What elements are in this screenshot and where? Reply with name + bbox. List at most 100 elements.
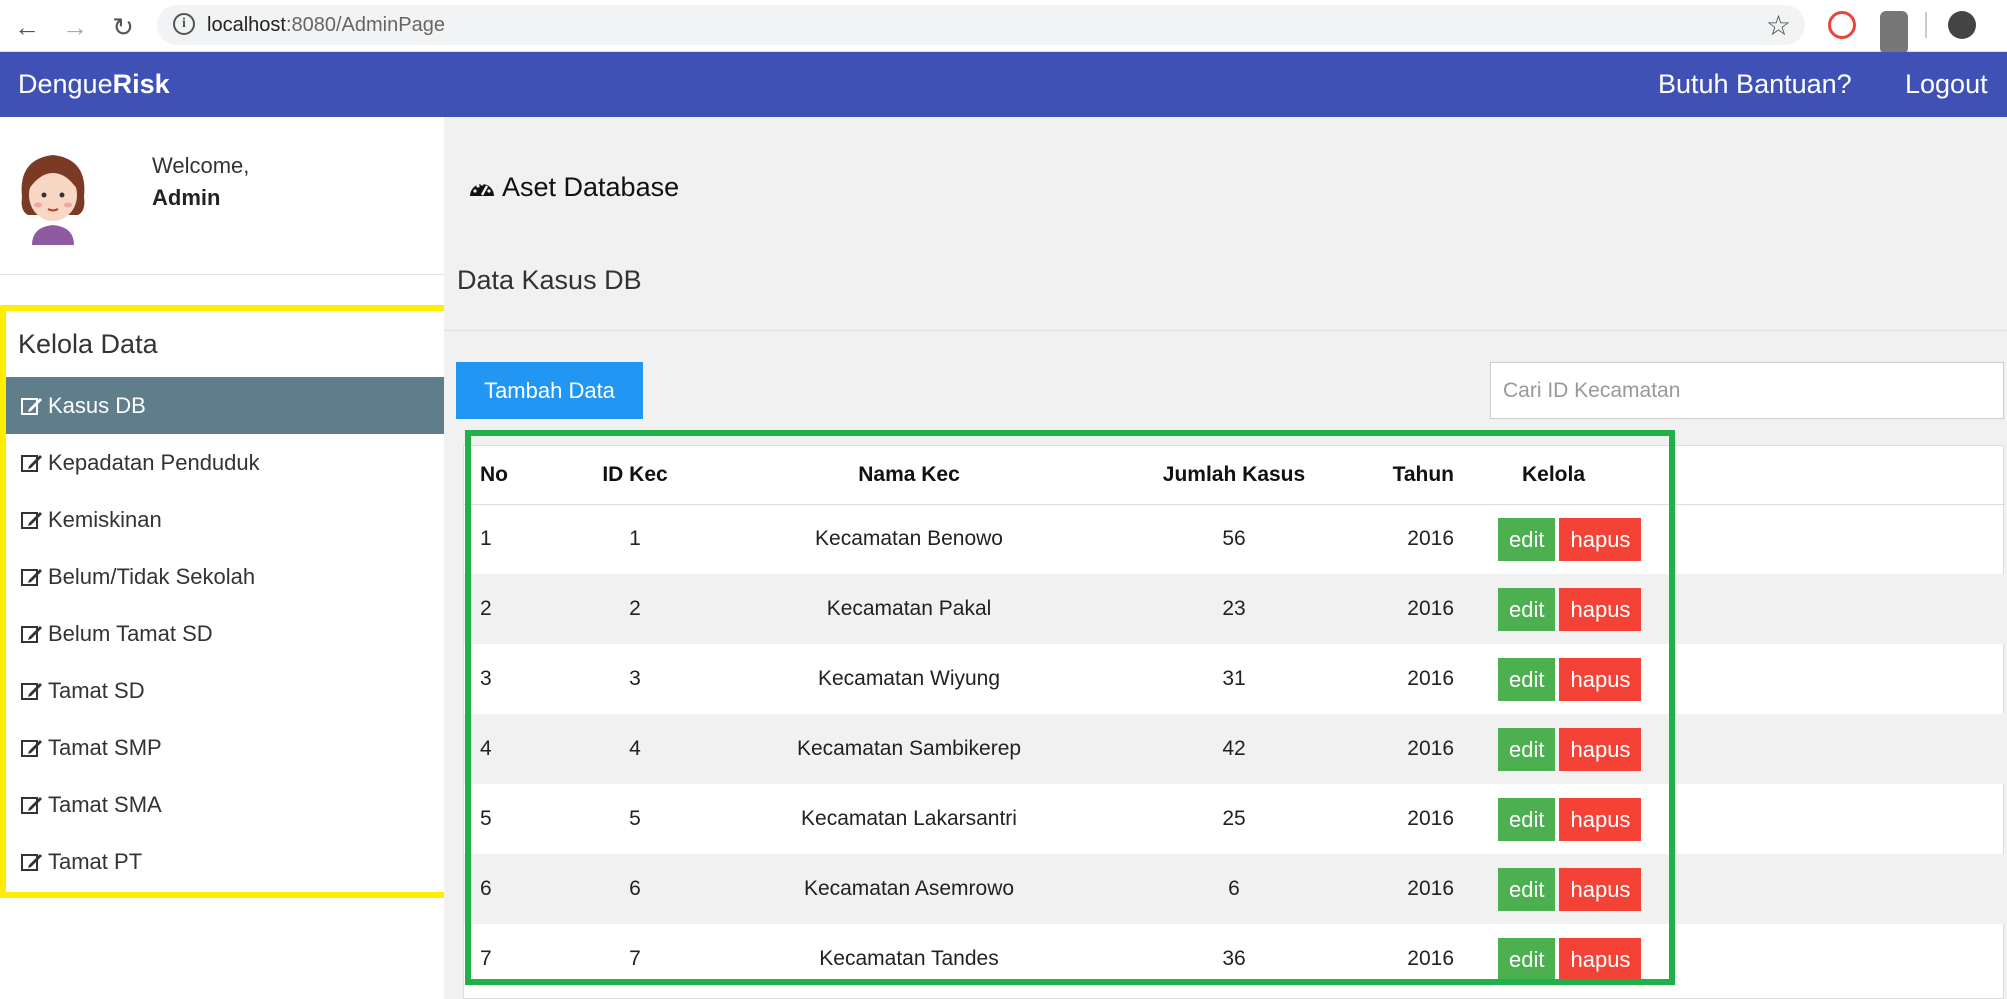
- edit-icon: [21, 739, 42, 757]
- cell-tahun: 2016: [1407, 947, 1454, 970]
- edit-button[interactable]: edit: [1498, 727, 1556, 771]
- sidebar-item-tamat-smp[interactable]: Tamat SMP: [6, 719, 444, 776]
- cell-tahun: 2016: [1342, 574, 1462, 644]
- delete-button[interactable]: hapus: [1559, 937, 1642, 981]
- help-link[interactable]: Butuh Bantuan?: [1658, 69, 1852, 100]
- edit-button[interactable]: edit: [1498, 657, 1556, 701]
- sidebar-item-tamat-pt[interactable]: Tamat PT: [6, 833, 444, 890]
- table-header-row: No ID Kec Nama Kec Jumlah Kasus Tahun Ke…: [464, 446, 2005, 505]
- section-subtitle: Data Kasus DB: [457, 265, 642, 295]
- profile-icon[interactable]: [1948, 11, 1976, 39]
- column-header[interactable]: Nama Kec: [692, 446, 1126, 505]
- sidebar-item-label: Belum Tamat SD: [48, 621, 213, 646]
- page-title: Aset Database: [468, 172, 679, 203]
- sidebar-item-label: Belum/Tidak Sekolah: [48, 564, 256, 589]
- table-row: 1 1 Kecamatan Benowo 56 2016 edit hapus: [464, 504, 2005, 574]
- column-header[interactable]: Tahun: [1342, 446, 1462, 505]
- sidebar-item-label: Kepadatan Penduduk: [48, 450, 260, 475]
- cell-id: 3: [629, 667, 641, 690]
- sidebar-item-label: Kemiskinan: [48, 507, 162, 532]
- table-row: 2 2 Kecamatan Pakal 23 2016 edit hapus: [464, 574, 2005, 644]
- delete-button[interactable]: hapus: [1559, 727, 1642, 771]
- browser-toolbar: ← → ↻ i localhost:8080/AdminPage ☆: [0, 0, 2007, 54]
- back-arrow-icon[interactable]: ←: [12, 12, 42, 43]
- brand-logo[interactable]: DengueRisk: [18, 69, 170, 100]
- column-header[interactable]: Jumlah Kasus: [1126, 446, 1342, 505]
- column-header[interactable]: ID Kec: [578, 446, 692, 505]
- sidebar-item-kemiskinan[interactable]: Kemiskinan: [6, 491, 444, 548]
- cell-tahun: 2016: [1342, 854, 1462, 924]
- user-name: Admin: [152, 185, 221, 210]
- edit-button[interactable]: edit: [1498, 937, 1556, 981]
- edit-button[interactable]: edit: [1498, 587, 1556, 631]
- cell-jumlah: 36: [1222, 947, 1246, 970]
- cell-nama: Kecamatan Pakal: [692, 574, 1126, 644]
- forward-arrow-icon[interactable]: →: [60, 12, 90, 43]
- sidebar-item-label: Tamat SD: [48, 678, 145, 703]
- cell-nama: Kecamatan Tandes: [819, 947, 999, 970]
- cell-id: 5: [629, 807, 641, 830]
- extension-icon[interactable]: [1880, 11, 1908, 54]
- cell-no: 3: [480, 667, 492, 690]
- search-input[interactable]: [1490, 362, 2004, 419]
- edit-icon: [21, 625, 42, 643]
- delete-button[interactable]: hapus: [1559, 517, 1642, 561]
- cell-no: 7: [480, 947, 492, 970]
- cell-actions: edit hapus: [1462, 714, 2005, 784]
- url-text: localhost:8080/AdminPage: [207, 14, 445, 36]
- sidebar-item-kepadatan-penduduk[interactable]: Kepadatan Penduduk: [6, 434, 444, 491]
- edit-icon: [21, 682, 42, 700]
- edit-icon: [21, 454, 42, 472]
- address-bar[interactable]: i localhost:8080/AdminPage ☆: [157, 5, 1805, 45]
- cell-jumlah: 42: [1126, 714, 1342, 784]
- column-header: Kelola: [1462, 446, 2005, 505]
- delete-button[interactable]: hapus: [1559, 587, 1642, 631]
- delete-button[interactable]: hapus: [1559, 797, 1642, 841]
- edit-button[interactable]: edit: [1498, 797, 1556, 841]
- avatar: [21, 155, 85, 245]
- add-data-button[interactable]: Tambah Data: [456, 362, 643, 419]
- reload-icon[interactable]: ↻: [108, 12, 138, 43]
- extension-icon[interactable]: [1828, 11, 1856, 39]
- info-icon[interactable]: i: [173, 13, 195, 35]
- sidebar-item-label: Tamat PT: [48, 849, 143, 874]
- sidebar-item-belum-tidak-sekolah[interactable]: Belum/Tidak Sekolah: [6, 548, 444, 605]
- bookmark-star-icon[interactable]: ☆: [1766, 9, 1791, 42]
- sidebar-item-belum-tamat-sd[interactable]: Belum Tamat SD: [6, 605, 444, 662]
- cell-jumlah: 25: [1222, 807, 1246, 830]
- edit-button[interactable]: edit: [1498, 517, 1556, 561]
- cell-actions: edit hapus: [1462, 924, 2005, 994]
- edit-button[interactable]: edit: [1498, 867, 1556, 911]
- cell-id: 7: [629, 947, 641, 970]
- cell-tahun: 2016: [1407, 807, 1454, 830]
- column-header[interactable]: No: [464, 446, 578, 505]
- edit-icon: [21, 796, 42, 814]
- sidebar-item-kasus-db[interactable]: Kasus DB: [6, 377, 444, 434]
- cell-actions: edit hapus: [1462, 854, 2005, 924]
- cell-nama: Kecamatan Wiyung: [817, 667, 1001, 690]
- section-title: Kelola Data: [18, 329, 158, 359]
- cell-id: 4: [578, 714, 692, 784]
- table-row: 7 7 Kecamatan Tandes 36 2016 edit hapus: [464, 924, 2005, 994]
- cell-nama: Kecamatan Lakarsantri: [801, 807, 1017, 830]
- cell-nama: Kecamatan Benowo: [815, 527, 1003, 551]
- logout-link[interactable]: Logout: [1905, 69, 1988, 100]
- sidebar-item-tamat-sma[interactable]: Tamat SMA: [6, 776, 444, 833]
- cell-actions: edit hapus: [1462, 504, 2005, 574]
- main-content: Aset Database Data Kasus DB Tambah Data …: [444, 117, 2007, 999]
- cell-id: 6: [578, 854, 692, 924]
- cell-nama: Kecamatan Sambikerep: [692, 714, 1126, 784]
- sidebar-item-label: Tamat SMA: [48, 792, 162, 817]
- cell-jumlah: 31: [1222, 667, 1246, 690]
- cell-jumlah: 6: [1126, 854, 1342, 924]
- divider: [444, 330, 2007, 331]
- cell-actions: edit hapus: [1462, 784, 2005, 854]
- data-table-container: No ID Kec Nama Kec Jumlah Kasus Tahun Ke…: [463, 445, 2005, 999]
- delete-button[interactable]: hapus: [1559, 657, 1642, 701]
- sidebar-item-tamat-sd[interactable]: Tamat SD: [6, 662, 444, 719]
- sidebar: Welcome, Admin Kelola Data Kasus DB Kepa…: [0, 117, 450, 999]
- page-title-text: Aset Database: [502, 172, 680, 202]
- cell-tahun: 2016: [1407, 527, 1454, 551]
- table-row: 4 4 Kecamatan Sambikerep 42 2016 edit hap…: [464, 714, 2005, 784]
- delete-button[interactable]: hapus: [1559, 867, 1642, 911]
